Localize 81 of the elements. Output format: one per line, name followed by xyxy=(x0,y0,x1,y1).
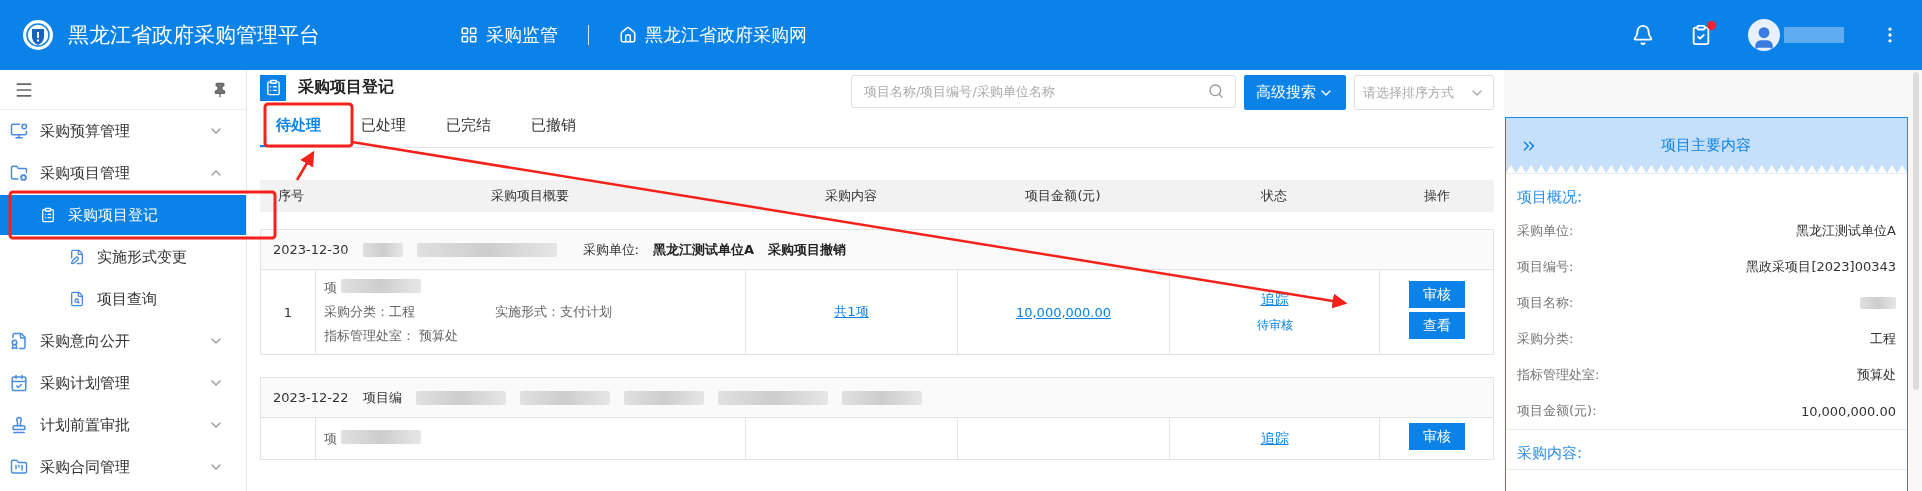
record-number-label: 项目编 xyxy=(362,388,402,407)
unit-label: 采购单位: xyxy=(582,240,639,259)
menu-item-icon xyxy=(10,458,28,476)
field-label: 项目编号: xyxy=(1517,258,1574,276)
field-value: 黑政采项目[2023]00343 xyxy=(1746,258,1896,276)
status-text: 待审核 xyxy=(1256,316,1293,334)
field-label: 采购分类: xyxy=(1517,330,1574,348)
unit-name: 黑龙江测试单位A xyxy=(652,240,754,259)
content-link[interactable]: 共1项 xyxy=(834,303,869,321)
field-value: 黑龙江测试单位A xyxy=(1796,222,1896,240)
menu-item-icon xyxy=(10,416,28,434)
column-header: 序号 xyxy=(277,187,305,205)
grid-icon xyxy=(460,26,478,44)
search-icon[interactable] xyxy=(1208,83,1224,99)
sidebar-item[interactable]: 采购项目管理 xyxy=(0,152,246,194)
track-link[interactable]: 追踪 xyxy=(1260,290,1289,309)
field-label: 指标管理处室: xyxy=(1517,366,1600,384)
summary-text: 项 xyxy=(324,279,337,297)
sidebar-item[interactable]: 采购计划管理 xyxy=(0,362,246,404)
field-label: 采购单位: xyxy=(1517,222,1574,240)
sidebar-subitem[interactable]: 实施形式变更 xyxy=(29,236,246,278)
page-icon xyxy=(260,74,286,101)
advanced-search-button[interactable]: 高级搜索 xyxy=(1244,75,1346,110)
menu-item-icon xyxy=(10,374,28,392)
page-title: 采购项目登记 xyxy=(298,77,394,98)
panel-title: 项目主要内容 xyxy=(1659,136,1752,155)
track-link[interactable]: 追踪 xyxy=(1260,429,1289,448)
pin-icon[interactable] xyxy=(212,81,228,98)
tab[interactable]: 已完结 xyxy=(430,105,507,147)
tab[interactable]: 已处理 xyxy=(345,105,422,147)
annotation-arrow xyxy=(295,150,315,181)
summary-text: 采购分类：工程 xyxy=(324,303,415,321)
sidebar-subitem[interactable]: 采购项目登记 xyxy=(0,195,246,235)
nav-link[interactable]: 采购监管 xyxy=(460,23,558,47)
nav-link[interactable]: 黑龙江省政府采购网 xyxy=(619,23,807,47)
column-header: 采购内容 xyxy=(824,187,878,205)
sort-select[interactable]: 请选择排序方式 xyxy=(1354,75,1494,110)
column-header: 项目金额(元) xyxy=(1024,187,1102,205)
menu-item-icon xyxy=(10,332,28,350)
search-field[interactable]: 项目名称/项目编号/采购单位名称 xyxy=(851,75,1236,108)
menu-item-icon xyxy=(10,122,28,140)
section-heading: 采购内容: xyxy=(1517,444,1584,463)
column-header: 操作 xyxy=(1422,187,1451,205)
menu-item-icon xyxy=(10,164,28,182)
menu-item-icon xyxy=(69,291,85,307)
emblem-logo xyxy=(22,19,54,51)
field-value: 预算处 xyxy=(1857,366,1896,384)
scrollbar[interactable] xyxy=(1913,72,1919,390)
column-header: 状态 xyxy=(1260,187,1288,205)
menu-item-icon xyxy=(40,207,56,223)
task-icon[interactable] xyxy=(1690,24,1712,46)
sidebar-item[interactable]: 采购预算管理 xyxy=(0,110,246,152)
tab[interactable]: 已撤销 xyxy=(515,105,592,147)
action-button[interactable]: 审核 xyxy=(1408,281,1465,308)
home-icon xyxy=(619,26,637,44)
action-button[interactable]: 审核 xyxy=(1408,423,1465,450)
field-label: 项目名称: xyxy=(1517,294,1574,312)
menu-item-icon xyxy=(69,249,85,265)
amount-link[interactable]: 10,000,000.00 xyxy=(1015,304,1112,320)
platform-title: 黑龙江省政府采购管理平台 xyxy=(68,22,320,49)
bell-icon[interactable] xyxy=(1632,24,1654,46)
record-date: 2023-12-22 xyxy=(273,390,349,405)
field-label: 项目金额(元): xyxy=(1517,402,1597,420)
tab[interactable]: 待处理 xyxy=(260,105,337,147)
record-date: 2023-12-30 xyxy=(273,242,349,257)
section-heading: 项目概况: xyxy=(1517,188,1584,207)
summary-text: 实施形式：支付计划 xyxy=(495,303,612,321)
row-index: 1 xyxy=(283,304,293,320)
action-button[interactable]: 查看 xyxy=(1408,312,1465,339)
column-header: 采购项目概要 xyxy=(490,187,570,205)
sidebar-subitem[interactable]: 项目查询 xyxy=(29,278,246,320)
sidebar-item[interactable]: 计划前置审批 xyxy=(0,404,246,446)
sidebar-item[interactable]: 采购意向公开 xyxy=(0,320,246,362)
record-note: 采购项目撤销 xyxy=(768,240,846,259)
field-value: 10,000,000.00 xyxy=(1800,403,1896,419)
sidebar-item[interactable]: 采购合同管理 xyxy=(0,446,246,488)
blurred-username xyxy=(1784,27,1844,43)
summary-text: 项 xyxy=(324,429,337,448)
summary-text: 指标管理处室： 预算处 xyxy=(324,327,459,345)
avatar[interactable] xyxy=(1748,19,1780,51)
field-value: 工程 xyxy=(1870,330,1896,348)
